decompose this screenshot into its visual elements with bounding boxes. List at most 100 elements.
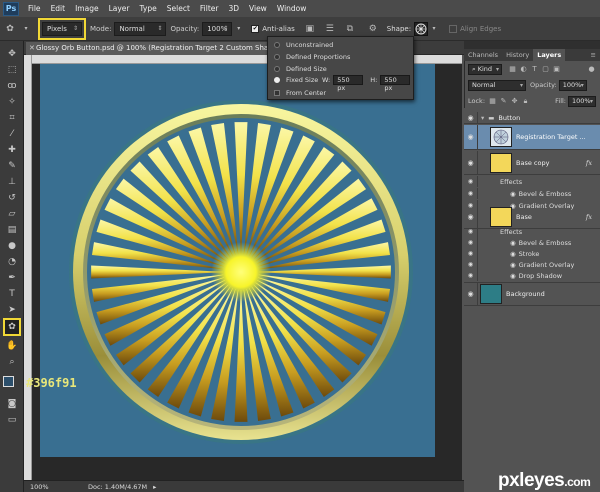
fixed-size-option[interactable]: Fixed Size W: 550 px H: 550 px <box>274 75 411 92</box>
unconstrained-option[interactable]: Unconstrained <box>274 40 333 50</box>
defined-size-radio[interactable] <box>274 66 280 72</box>
foreground-color-swatch[interactable] <box>3 376 14 387</box>
panel-menu-icon[interactable]: ≡ <box>591 49 596 61</box>
gear-icon[interactable]: ⚙ <box>366 22 380 36</box>
lock-image-icon[interactable]: ✎ <box>499 97 508 106</box>
menu-layer[interactable]: Layer <box>104 0 135 17</box>
lock-all-icon[interactable]: 🔒︎ <box>521 97 530 106</box>
effect-row[interactable]: ◉ ◉ Bevel & Emboss <box>464 188 600 199</box>
menu-image[interactable]: Image <box>70 0 104 17</box>
defined-size-option[interactable]: Defined Size <box>274 64 327 74</box>
ruler-vertical[interactable] <box>24 55 32 480</box>
eye-icon[interactable]: ◉ <box>464 151 478 174</box>
hand-tool-icon[interactable]: ✋ <box>3 339 21 353</box>
quick-mask-icon[interactable]: ◙ <box>3 397 21 411</box>
menu-type[interactable]: Type <box>135 0 162 17</box>
eye-icon[interactable]: ◉ <box>464 237 478 248</box>
fixed-size-radio[interactable] <box>274 77 280 83</box>
eye-icon[interactable]: ◉ <box>464 226 478 237</box>
from-center-checkbox[interactable] <box>274 90 280 96</box>
menu-edit[interactable]: Edit <box>46 0 71 17</box>
menu-filter[interactable]: Filter <box>195 0 224 17</box>
history-brush-icon[interactable]: ↺ <box>3 191 21 205</box>
effect-row[interactable]: ◉ ◉ Stroke <box>464 248 600 259</box>
defined-proportions-radio[interactable] <box>274 54 280 60</box>
kind-filter-dropdown[interactable]: ⌕ Kind <box>468 63 502 75</box>
dodge-tool-icon[interactable]: ◔ <box>3 255 21 269</box>
path-alignment-icon[interactable]: ☰ <box>323 22 337 36</box>
blur-tool-icon[interactable]: ● <box>3 239 21 253</box>
chevron-down-icon[interactable]: ▾ <box>235 22 242 36</box>
clone-stamp-icon[interactable]: ⊥ <box>3 175 21 189</box>
document-tab[interactable]: ✕ Glossy Orb Button.psd @ 100% (Registra… <box>26 42 291 55</box>
path-operations-icon[interactable]: ▣ <box>303 22 317 36</box>
menu-view[interactable]: View <box>244 0 272 17</box>
eraser-icon[interactable]: ▱ <box>3 207 21 221</box>
layer-row[interactable]: ◉ Background <box>464 282 600 306</box>
tab-history[interactable]: History <box>502 49 533 61</box>
pen-tool-icon[interactable]: ✒ <box>3 271 21 285</box>
marquee-tool-icon[interactable]: ⬚ <box>3 63 21 77</box>
layer-row-selected[interactable]: ◉ Registration Target ... <box>464 125 600 150</box>
eye-icon[interactable]: ◉ <box>464 188 478 199</box>
eye-icon[interactable]: ◉ <box>464 259 478 270</box>
fill-field[interactable]: 100% <box>568 95 596 107</box>
move-tool-icon[interactable]: ✥ <box>3 47 21 61</box>
eye-icon[interactable]: ◉ <box>464 112 478 123</box>
eye-icon[interactable]: ◉ <box>464 248 478 259</box>
menu-select[interactable]: Select <box>162 0 195 17</box>
pixel-filter-icon[interactable]: ▦ <box>508 65 517 74</box>
lasso-tool-icon[interactable]: ꝏ <box>3 79 21 93</box>
path-arrangement-icon[interactable]: ⧉ <box>343 22 357 36</box>
lock-position-icon[interactable]: ✥ <box>510 97 519 106</box>
menu-3d[interactable]: 3D <box>223 0 244 17</box>
path-selection-icon[interactable]: ➤ <box>3 303 21 317</box>
shape-picker[interactable] <box>414 21 429 36</box>
filter-toggle-icon[interactable]: ● <box>587 65 596 74</box>
anti-alias-checkbox[interactable]: ✔ <box>251 24 260 33</box>
effect-row[interactable]: ◉ ◉ Drop Shadow <box>464 270 600 281</box>
menu-window[interactable]: Window <box>272 0 312 17</box>
zoom-level[interactable]: 100% <box>30 483 70 491</box>
chevron-down-icon[interactable]: ▾ <box>431 22 437 36</box>
fx-icon[interactable]: fx <box>586 159 592 167</box>
custom-shape-tool-icon[interactable]: ✿ <box>3 22 17 36</box>
tab-layers[interactable]: Layers <box>533 49 566 61</box>
width-input[interactable]: 550 px <box>333 75 364 92</box>
shape-filter-icon[interactable]: ▢ <box>541 65 550 74</box>
crop-tool-icon[interactable]: ⌗ <box>3 111 21 125</box>
eyedropper-icon[interactable]: ⁄ <box>3 127 21 141</box>
brush-tool-icon[interactable]: ✎ <box>3 159 21 173</box>
eye-icon[interactable]: ◉ <box>464 283 478 305</box>
unconstrained-radio[interactable] <box>274 42 280 48</box>
custom-shape-tool-icon[interactable]: ✿ <box>3 318 21 336</box>
eye-icon[interactable]: ◉ <box>464 270 478 281</box>
smart-object-filter-icon[interactable]: ▣ <box>552 65 561 74</box>
effects-row[interactable]: ◉ Effects <box>464 226 600 237</box>
effect-row[interactable]: ◉ ◉ Bevel & Emboss <box>464 237 600 248</box>
layer-group-row[interactable]: ◉ ▾ ▬ Button <box>464 112 600 124</box>
from-center-option[interactable]: From Center <box>274 88 326 98</box>
healing-brush-icon[interactable]: ✚ <box>3 143 21 157</box>
gradient-tool-icon[interactable]: ▤ <box>3 223 21 237</box>
type-filter-icon[interactable]: T <box>530 65 539 74</box>
lock-transparent-icon[interactable]: ▦ <box>488 97 497 106</box>
chevron-down-icon[interactable]: ▾ <box>481 114 484 122</box>
opacity-field[interactable]: 100% <box>202 21 233 36</box>
eye-icon[interactable]: ◉ <box>464 125 478 149</box>
layer-opacity-field[interactable]: 100% <box>558 79 587 91</box>
blend-mode-dropdown[interactable]: Normal <box>468 79 526 91</box>
magic-wand-icon[interactable]: ✧ <box>3 95 21 109</box>
status-menu-icon[interactable]: ▸ <box>153 483 156 491</box>
defined-proportions-option[interactable]: Defined Proportions <box>274 52 350 62</box>
adjustment-filter-icon[interactable]: ◐ <box>519 65 528 74</box>
close-icon[interactable]: ✕ <box>29 42 35 55</box>
eye-icon[interactable]: ◉ <box>464 205 478 228</box>
screen-mode-icon[interactable]: ▭ <box>3 413 21 427</box>
panel-collapse-bar[interactable] <box>464 41 600 49</box>
layer-row[interactable]: ◉ Base copy fx <box>464 151 600 175</box>
zoom-tool-icon[interactable]: ⌕ <box>3 355 21 369</box>
mode-dropdown[interactable]: Normal <box>114 21 167 36</box>
type-tool-icon[interactable]: T <box>3 287 21 301</box>
effects-row[interactable]: ◉ Effects <box>464 176 600 187</box>
